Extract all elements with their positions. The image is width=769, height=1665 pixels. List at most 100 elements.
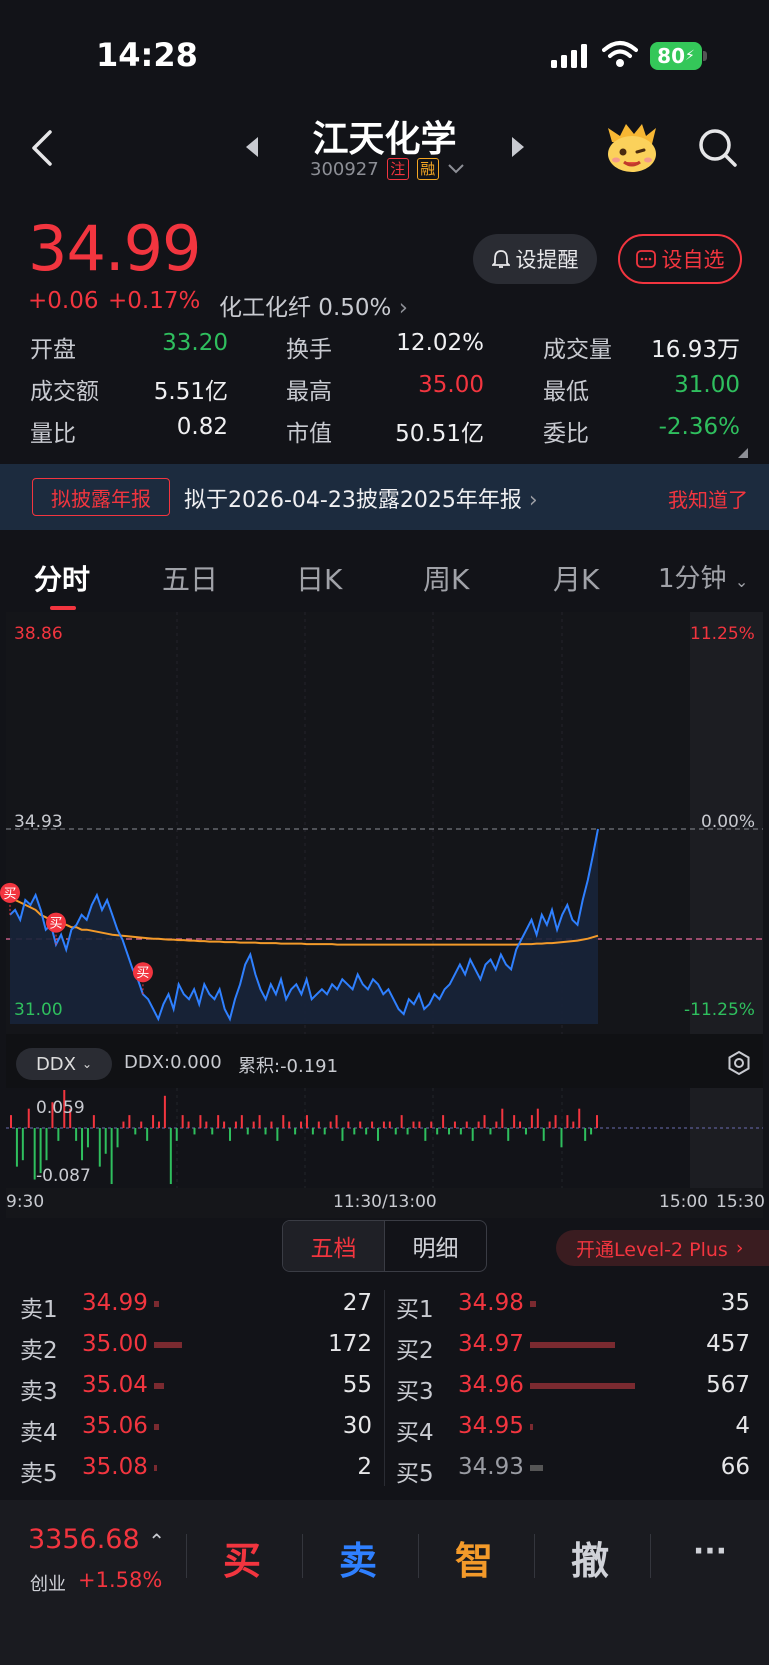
ddx-bar — [264, 1128, 267, 1135]
ddx-bar — [288, 1121, 291, 1128]
buy-button[interactable]: 买 — [192, 1530, 292, 1585]
ddx-toolbar — [6, 1034, 763, 1088]
time-label-close: 15:00 — [659, 1192, 708, 1212]
ddx-bar — [86, 1128, 89, 1148]
orderbook-price: 34.97 — [458, 1331, 524, 1357]
watchlist-icon — [635, 250, 656, 268]
ddx-bar — [21, 1128, 24, 1161]
chevron-right-icon: › — [398, 295, 408, 321]
tab-monthly-k[interactable]: 月K — [553, 558, 599, 598]
ddx-bar — [548, 1121, 551, 1128]
ddx-bar — [294, 1128, 297, 1135]
stat-value: 16.93万 — [651, 337, 740, 363]
set-reminder-button[interactable]: 设提醒 — [473, 234, 597, 284]
orderbook-volume: 172 — [328, 1331, 372, 1357]
ddx-bar — [412, 1121, 415, 1128]
price-axis-bottom: 31.00 — [14, 1000, 63, 1020]
ddx-bar — [584, 1128, 587, 1141]
separator — [302, 1534, 303, 1578]
orderbook-volume-bar — [154, 1465, 157, 1471]
ddx-bar — [311, 1128, 314, 1135]
ddx-min-label: -0.087 — [36, 1166, 91, 1186]
ddx-chart — [6, 1088, 763, 1188]
ddx-bar — [270, 1121, 273, 1128]
battery-indicator: 80 ⚡ — [650, 42, 702, 70]
stat-label: 成交额 — [30, 379, 99, 405]
ddx-bar — [104, 1128, 107, 1154]
expand-corner-icon[interactable] — [738, 448, 748, 458]
tab-one-minute[interactable]: 1分钟 ⌄ — [658, 558, 748, 595]
add-watchlist-button[interactable]: 设自选 — [618, 234, 742, 284]
ddx-value: DDX:0.000 — [124, 1052, 222, 1073]
orderbook-price: 34.96 — [458, 1372, 524, 1398]
orderbook-level-label: 卖5 — [20, 1461, 58, 1487]
orderbook-level-label: 买4 — [396, 1420, 434, 1446]
ddx-bar — [229, 1128, 232, 1141]
orderbook-level-label: 卖1 — [20, 1297, 58, 1323]
ddx-bar — [560, 1128, 563, 1148]
stat-value: 5.51亿 — [153, 379, 228, 405]
level2-upgrade-button[interactable]: 开通Level-2 Plus › — [556, 1230, 769, 1266]
ddx-bar — [252, 1121, 255, 1128]
ddx-accumulated: 累积:-0.191 — [238, 1056, 339, 1077]
time-label-after: 15:30 — [716, 1192, 765, 1212]
price-axis-mid: 34.93 — [14, 812, 63, 832]
ddx-bar — [205, 1121, 208, 1128]
ddx-bar — [282, 1115, 285, 1128]
stat-label: 成交量 — [543, 337, 612, 363]
orderbook-volume: 4 — [735, 1413, 750, 1439]
ddx-indicator-select[interactable]: DDX ⌄ — [16, 1048, 112, 1080]
index-value[interactable]: 3356.68 ⌃ — [28, 1524, 165, 1555]
sector-link[interactable]: 化工化纤 0.50% › — [219, 288, 408, 322]
more-menu-button[interactable]: ··· — [660, 1534, 760, 1569]
orderbook-volume-bar — [154, 1424, 160, 1430]
ddx-bar — [45, 1128, 48, 1161]
stat-value: 35.00 — [418, 372, 484, 398]
ddx-bar — [323, 1128, 326, 1135]
chevron-down-icon[interactable] — [447, 163, 465, 175]
next-stock-icon[interactable] — [510, 136, 526, 158]
search-icon[interactable] — [698, 128, 738, 168]
tab-daily-k[interactable]: 日K — [296, 558, 342, 598]
orderbook-volume: 30 — [342, 1413, 372, 1439]
stat-label: 量比 — [30, 421, 76, 447]
tab-intraday[interactable]: 分时 — [34, 558, 90, 598]
ddx-bar — [258, 1115, 261, 1128]
tab-five-levels[interactable]: 五档 — [283, 1221, 385, 1271]
ddx-bar — [199, 1115, 202, 1128]
orderbook-segment: 五档 明细 — [282, 1220, 487, 1272]
orderbook-price: 35.04 — [82, 1372, 148, 1398]
orderbook-level-label: 买3 — [396, 1379, 434, 1405]
ddx-bar — [193, 1128, 196, 1135]
orderbook-level-label: 卖2 — [20, 1338, 58, 1364]
ddx-bar — [234, 1121, 237, 1128]
ddx-bar — [554, 1115, 557, 1128]
cancel-order-button[interactable]: 撤 — [540, 1530, 640, 1585]
separator — [650, 1534, 651, 1578]
tab-weekly-k[interactable]: 周K — [423, 558, 469, 598]
orderbook-price: 34.99 — [82, 1290, 148, 1316]
stat-value: 0.82 — [176, 414, 228, 440]
ddx-bar — [110, 1128, 113, 1185]
smart-trade-button[interactable]: 智 — [424, 1530, 524, 1585]
mascot-icon[interactable] — [604, 122, 660, 174]
sell-button[interactable]: 卖 — [308, 1530, 408, 1585]
chevron-right-icon: › — [528, 488, 538, 513]
ddx-bar — [536, 1108, 539, 1128]
orderbook-volume: 27 — [342, 1290, 372, 1316]
orderbook-price: 34.93 — [458, 1454, 524, 1480]
indicator-settings-icon[interactable] — [726, 1050, 752, 1076]
separator — [418, 1534, 419, 1578]
price-change-pct: +0.17% — [108, 288, 201, 314]
tab-five-day[interactable]: 五日 — [162, 558, 218, 598]
tab-trade-detail[interactable]: 明细 — [385, 1221, 486, 1271]
orderbook-volume: 55 — [342, 1372, 372, 1398]
ddx-bar — [211, 1128, 214, 1135]
notice-text[interactable]: 拟于2026-04-23披露2025年年报 › — [184, 482, 538, 514]
notice-dismiss-button[interactable]: 我知道了 — [668, 484, 748, 513]
ddx-bar — [359, 1121, 362, 1128]
stat-value: 33.20 — [162, 330, 228, 356]
stat-label: 委比 — [543, 421, 589, 447]
ddx-bar — [519, 1121, 522, 1128]
ddx-bar — [15, 1128, 18, 1167]
